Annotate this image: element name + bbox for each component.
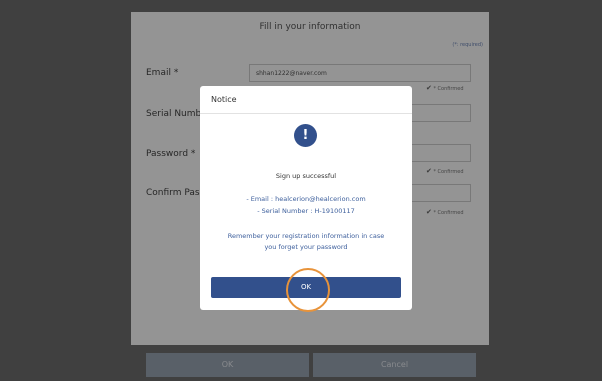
success-message: Sign up successful — [275, 172, 337, 180]
reminder-line-2: you forget your password — [264, 243, 348, 251]
highlight-circle — [286, 268, 330, 312]
serial-info: - Serial Number : H-19100117 — [257, 207, 355, 215]
email-info: - Email : healcerion@healcerion.com — [246, 195, 366, 203]
dialog-header: Notice — [200, 86, 412, 114]
dialog-title: Notice — [211, 95, 237, 104]
reminder-line-1: Remember your registration information i… — [227, 232, 385, 240]
exclamation-icon: ! — [294, 124, 317, 147]
